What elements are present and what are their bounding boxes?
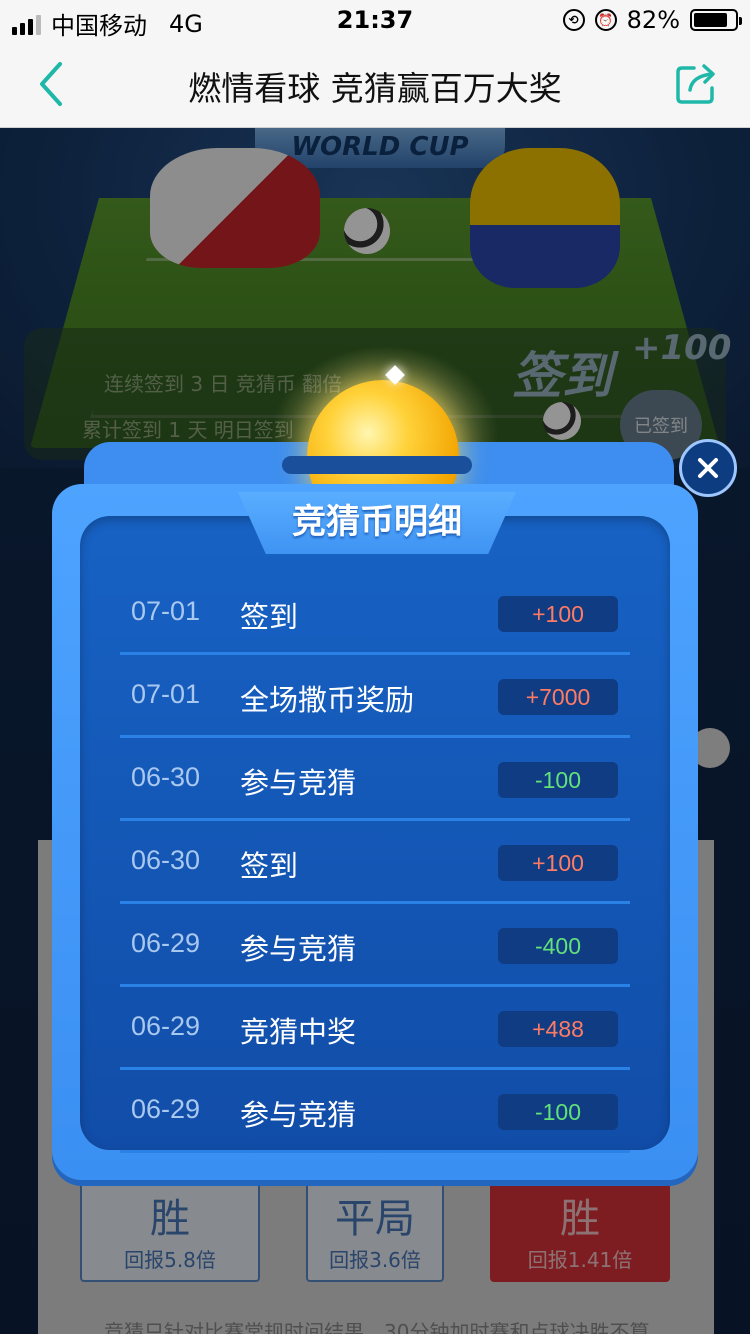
coin-slot — [282, 456, 472, 474]
modal-title: 竞猜币明细 — [292, 502, 462, 542]
alarm-icon: ⏰ — [594, 9, 617, 31]
row-amount: +488 — [498, 1011, 618, 1047]
row-amount: -100 — [498, 762, 618, 798]
list-item: 07-01 签到 +100 — [120, 572, 630, 655]
close-icon — [698, 458, 718, 478]
row-date: 06-29 — [131, 1094, 201, 1124]
status-bar: 中国移动 4G 21:37 ⟲ ⏰ 82% — [0, 0, 750, 40]
row-date: 07-01 — [131, 679, 201, 709]
row-label: 签到 — [240, 849, 299, 883]
list-item: 07-01 全场撒币奖励 +7000 — [120, 655, 630, 738]
close-button[interactable] — [679, 439, 737, 497]
share-icon — [676, 64, 715, 104]
list-item: 06-29 参与竞猜 -400 — [120, 904, 630, 987]
list-item: 06-29 竞猜中奖 +488 — [120, 987, 630, 1070]
row-date: 06-30 — [131, 845, 201, 875]
battery-icon — [690, 9, 742, 31]
list-item: 06-29 参与竞猜 -100 — [120, 1070, 630, 1153]
nav-bar: 燃情看球 竞猜赢百万大奖 — [0, 40, 750, 128]
row-label: 参与竞猜 — [240, 932, 357, 966]
row-amount: +7000 — [498, 679, 618, 715]
status-right: ⟲ ⏰ 82% — [562, 6, 742, 34]
list-item: 06-30 签到 +100 — [120, 821, 630, 904]
row-label: 竞猜中奖 — [240, 1015, 357, 1049]
row-date: 06-30 — [131, 762, 201, 792]
row-label: 签到 — [240, 600, 299, 634]
row-label: 参与竞猜 — [240, 1098, 357, 1132]
share-button[interactable] — [672, 60, 720, 108]
row-date: 06-29 — [131, 928, 201, 958]
row-label: 全场撒币奖励 — [240, 683, 415, 717]
coin-history-list: 07-01 签到 +100 07-01 全场撒币奖励 +7000 06-30 参… — [120, 572, 630, 1153]
battery-fill — [694, 13, 727, 27]
row-amount: -400 — [498, 928, 618, 964]
row-amount: +100 — [498, 845, 618, 881]
row-amount: +100 — [498, 596, 618, 632]
row-date: 06-29 — [131, 1011, 201, 1041]
battery-percent: 82% — [626, 6, 680, 34]
rotation-lock-icon: ⟲ — [562, 9, 585, 31]
row-amount: -100 — [498, 1094, 618, 1130]
row-label: 参与竞猜 — [240, 766, 357, 800]
list-item: 06-30 参与竞猜 -100 — [120, 738, 630, 821]
row-date: 07-01 — [131, 596, 201, 626]
page-title: 燃情看球 竞猜赢百万大奖 — [188, 69, 562, 108]
